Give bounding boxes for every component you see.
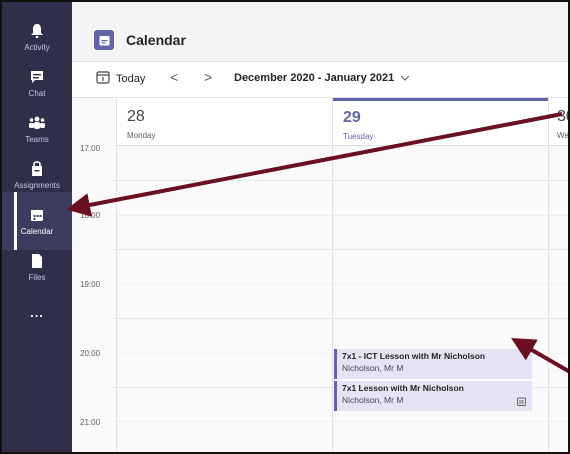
calendar-today-icon <box>96 70 110 87</box>
calendar-app-icon <box>94 30 114 50</box>
day-header: 29 Tuesday <box>333 98 548 146</box>
page-title: Calendar <box>126 32 186 48</box>
rail-label: Chat <box>28 89 46 98</box>
event-title: 7x1 - ICT Lesson with Mr Nicholson <box>342 351 486 361</box>
date-range-label: December 2020 - January 2021 <box>234 72 395 84</box>
rail-label: Assignments <box>14 181 60 190</box>
calendar-toolbar: Today < > December 2020 - January 2021 <box>72 62 568 98</box>
event-title: 7x1 Lesson with Mr Nicholson <box>342 383 464 393</box>
day-column-monday[interactable]: 28 Monday <box>116 98 332 452</box>
app-header: Calendar <box>72 2 568 62</box>
teams-window: Activity Chat Teams Assignments Calendar <box>0 0 570 454</box>
bell-icon <box>28 22 46 40</box>
rail-label: Teams <box>25 135 49 144</box>
day-name: Wednesday <box>557 131 569 140</box>
next-chevron-icon[interactable]: > <box>204 69 212 85</box>
today-button[interactable]: Today <box>96 70 145 87</box>
rail-item-more[interactable]: ... <box>2 294 72 330</box>
time-label: 18:00 <box>80 211 101 220</box>
meeting-icon <box>517 397 526 408</box>
day-name: Tuesday <box>343 132 374 141</box>
time-label: 20:00 <box>80 349 101 358</box>
day-number: 30 <box>557 108 568 125</box>
chevron-down-icon <box>400 72 410 84</box>
calendar-grid: 17:00 18:00 19:00 20:00 21:00 28 Monday … <box>72 98 569 452</box>
day-header: 30 Wednesday <box>549 98 569 146</box>
rail-label: Files <box>28 273 46 282</box>
time-column: 17:00 18:00 19:00 20:00 21:00 <box>72 98 114 452</box>
file-icon <box>28 252 46 270</box>
day-header: 28 Monday <box>117 98 332 146</box>
chat-icon <box>28 68 46 86</box>
teams-icon <box>28 114 46 132</box>
event-organizer: Nicholson, Mr M <box>342 395 404 405</box>
time-label: 19:00 <box>80 280 101 289</box>
time-label: 17:00 <box>80 144 101 153</box>
previous-chevron-icon[interactable]: < <box>170 69 178 85</box>
day-number: 29 <box>343 109 361 126</box>
day-number: 28 <box>127 108 145 125</box>
calendar-event[interactable]: 7x1 Lesson with Mr Nicholson Nicholson, … <box>334 381 532 411</box>
time-label: 21:00 <box>80 418 101 427</box>
day-column-wednesday[interactable]: 30 Wednesday <box>548 98 569 452</box>
event-organizer: Nicholson, Mr M <box>342 363 404 373</box>
rail-label: Calendar <box>20 227 54 236</box>
calendar-event[interactable]: 7x1 - ICT Lesson with Mr Nicholson Nicho… <box>334 349 532 379</box>
day-name: Monday <box>127 131 156 140</box>
date-range-dropdown[interactable]: December 2020 - January 2021 <box>234 72 410 84</box>
calendar-icon <box>28 206 46 224</box>
more-icon: ... <box>30 304 44 320</box>
rail-label: Activity <box>24 43 50 52</box>
rail-item-files[interactable]: Files <box>2 238 72 296</box>
today-label: Today <box>116 72 146 85</box>
assignments-icon <box>28 160 46 178</box>
app-rail: Activity Chat Teams Assignments Calendar <box>2 2 72 452</box>
